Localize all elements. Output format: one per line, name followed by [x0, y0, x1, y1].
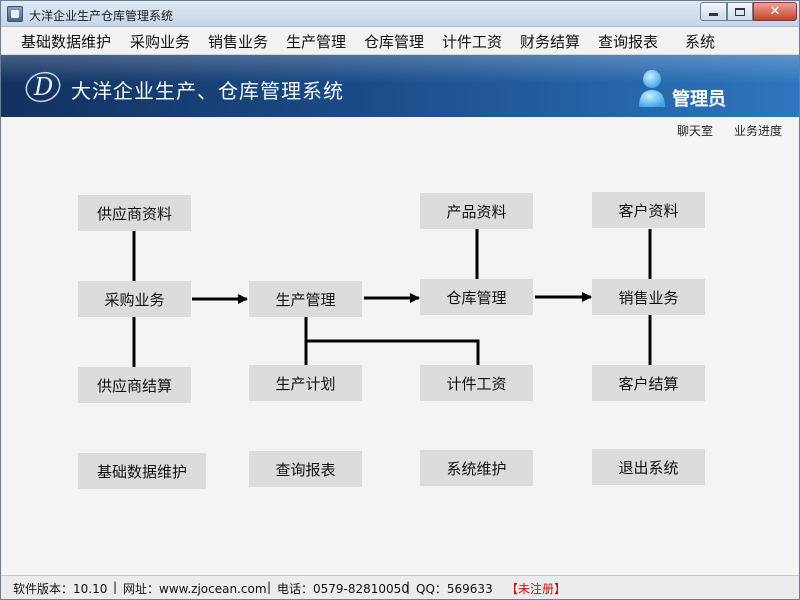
app-window: 大洋企业生产仓库管理系统 ✕ 基础数据维护 采购业务 销售业务 生产管理 仓库管…	[0, 0, 800, 600]
chat-room-link[interactable]: 聊天室	[677, 122, 713, 139]
menu-warehouse[interactable]: 仓库管理	[364, 31, 424, 52]
node-sales[interactable]: 销售业务	[592, 279, 705, 315]
user-icon	[639, 70, 665, 107]
node-supplier-info[interactable]: 供应商资料	[78, 195, 191, 231]
node-purchase[interactable]: 采购业务	[78, 281, 191, 317]
exit-system-button[interactable]: 退出系统	[592, 449, 705, 485]
menu-purchase[interactable]: 采购业务	[130, 31, 190, 52]
app-icon[interactable]	[7, 6, 23, 22]
node-production[interactable]: 生产管理	[249, 281, 362, 317]
maximize-icon	[735, 7, 745, 16]
node-customer-info[interactable]: 客户资料	[592, 192, 705, 228]
menu-base-data[interactable]: 基础数据维护	[21, 31, 111, 52]
status-separator: |	[406, 580, 411, 594]
window-title: 大洋企业生产仓库管理系统	[29, 9, 174, 23]
node-product-info[interactable]: 产品资料	[420, 193, 533, 229]
menu-sales[interactable]: 销售业务	[208, 31, 268, 52]
business-progress-link[interactable]: 业务进度	[734, 122, 782, 139]
user-name: 管理员	[672, 89, 726, 110]
status-separator: |	[113, 580, 118, 594]
status-qq: QQ：569633	[416, 582, 493, 596]
node-supplier-settle[interactable]: 供应商结算	[78, 367, 191, 403]
node-production-plan[interactable]: 生产计划	[249, 365, 362, 401]
base-data-button[interactable]: 基础数据维护	[78, 453, 206, 489]
minimize-button[interactable]	[700, 2, 727, 21]
banner-title: 大洋企业生产、仓库管理系统	[71, 79, 344, 103]
system-maintenance-button[interactable]: 系统维护	[420, 450, 533, 486]
node-customer-settle[interactable]: 客户结算	[592, 365, 705, 401]
status-bar: 软件版本：10.10 | 网址：www.zjocean.com | 电话：057…	[1, 575, 799, 599]
connector-production-wage	[306, 339, 480, 365]
header-banner: D 大洋企业生产、仓库管理系统 管理员	[1, 55, 799, 117]
menu-finance[interactable]: 财务结算	[520, 31, 580, 52]
node-piece-wage[interactable]: 计件工资	[420, 365, 533, 401]
minimize-icon	[709, 13, 718, 16]
query-report-button[interactable]: 查询报表	[249, 451, 362, 487]
flow-connectors	[132, 229, 652, 369]
status-version: 软件版本：10.10	[13, 582, 108, 596]
menu-production[interactable]: 生产管理	[286, 31, 346, 52]
status-website: 网址：www.zjocean.com	[123, 582, 267, 596]
logo-icon: D	[25, 71, 61, 103]
registration-status[interactable]: 【未注册】	[506, 580, 566, 597]
menu-query[interactable]: 查询报表	[598, 31, 658, 52]
logo-letter: D	[33, 73, 53, 101]
close-icon: ✕	[769, 4, 781, 19]
menu-system[interactable]: 系统	[685, 31, 715, 52]
status-phone: 电话：0579-82810050	[277, 582, 409, 596]
menu-piece-wage[interactable]: 计件工资	[442, 31, 502, 52]
close-button[interactable]: ✕	[753, 2, 797, 21]
maximize-button[interactable]	[727, 2, 753, 21]
status-separator: |	[267, 580, 272, 594]
menu-bar: 基础数据维护 采购业务 销售业务 生产管理 仓库管理 计件工资 财务结算 查询报…	[1, 27, 799, 55]
workflow-canvas: 供应商资料 采购业务 供应商结算 生产管理 生产计划 产品资料 仓库管理 计件工…	[1, 117, 799, 575]
title-bar[interactable]: 大洋企业生产仓库管理系统 ✕	[1, 1, 799, 27]
node-warehouse[interactable]: 仓库管理	[420, 279, 533, 315]
